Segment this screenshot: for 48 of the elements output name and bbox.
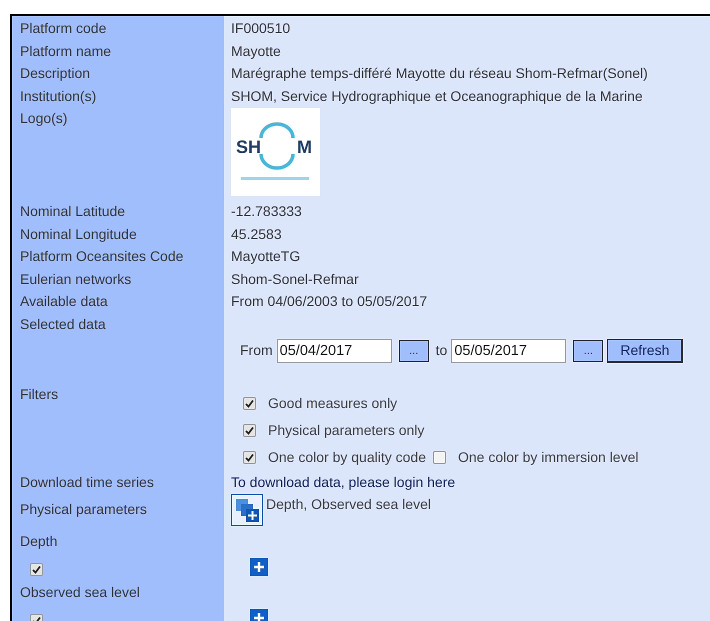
parameters-value: Depth, Observed sea level	[266, 495, 431, 513]
field-label: Nominal Latitude	[20, 202, 126, 221]
date-field[interactable]: 05/05/2017	[451, 338, 566, 362]
field-label: Institution(s)	[20, 86, 98, 106]
date-picker-button[interactable]: ...	[573, 340, 604, 362]
add-parameters-icon[interactable]	[231, 494, 263, 526]
date-picker-button[interactable]: ...	[398, 340, 429, 362]
add-button[interactable]	[250, 558, 268, 576]
checkbox[interactable]	[243, 396, 256, 410]
field-label: Filters	[20, 384, 60, 404]
field-label: Platform code	[20, 19, 108, 38]
field-label: Eulerian networks	[20, 270, 132, 288]
field-label: Logo(s)	[20, 109, 68, 128]
field-value: From 04/06/2003 to 05/05/2017	[231, 292, 428, 311]
field-label: Platform Oceansites Code	[20, 247, 184, 266]
refresh-button[interactable]: Refresh	[607, 338, 684, 362]
checkbox[interactable]	[30, 562, 43, 576]
field-value: IF000510	[231, 19, 292, 38]
field-label: Nominal Longitude	[20, 224, 138, 244]
filter-option: Physical parameters only	[268, 420, 424, 440]
filter-option: One color by quality code	[268, 446, 426, 468]
filter-option: One color by immersion level	[458, 446, 638, 468]
filter-option: Good measures only	[268, 392, 398, 414]
checkbox[interactable]	[243, 424, 256, 436]
field-value: Shom-Sonel-Refmar	[231, 270, 360, 288]
field-label: Physical parameters	[20, 500, 148, 519]
field-value: Mayotte	[231, 42, 282, 61]
field-label: Available data	[20, 292, 109, 311]
field-value: MayotteTG	[231, 247, 302, 266]
field-label: Selected data	[20, 314, 107, 334]
field-label: Download time series	[20, 472, 155, 492]
plus-icon	[253, 612, 265, 621]
field-value: -12.783333	[231, 202, 303, 221]
checkbox[interactable]	[432, 450, 446, 464]
date-field[interactable]: 05/04/2017	[276, 338, 392, 362]
to-label: to	[436, 341, 448, 360]
plus-icon	[253, 561, 265, 573]
checkbox[interactable]	[243, 450, 256, 464]
login-link[interactable]: To download data, please login here	[231, 470, 456, 493]
field-value: Marégraphe temps-différé Mayotte du réseau Shom-Refmar(Sonel)	[231, 64, 649, 83]
field-value: 45.2583	[231, 224, 283, 244]
field-label: Platform name	[20, 42, 112, 60]
field-label: Description	[20, 64, 92, 83]
logo: SH M	[231, 108, 320, 196]
field-label: Observed sea level	[20, 583, 141, 602]
field-label: Depth	[20, 532, 58, 551]
field-value: SHOM, Service Hydrographique et Oceanographique de la Marine	[231, 86, 644, 106]
from-label: From	[240, 341, 273, 360]
